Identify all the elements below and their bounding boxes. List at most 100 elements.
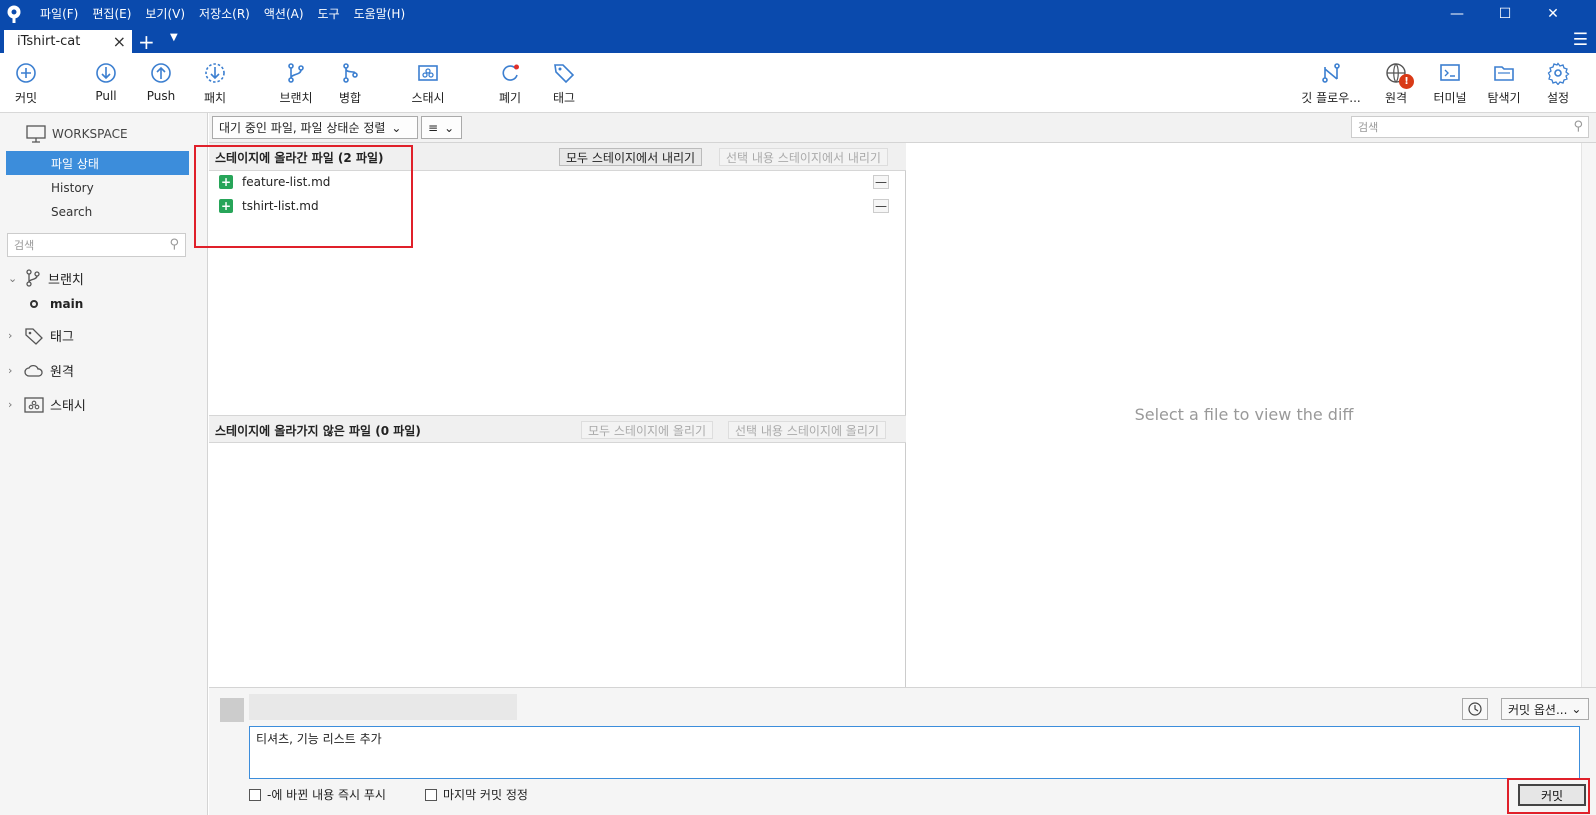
remote-warning-badge: ! <box>1399 74 1414 89</box>
close-icon[interactable]: ✕ <box>1530 0 1576 27</box>
terminal-label: 터미널 <box>1433 91 1467 105</box>
stash-button[interactable]: 스태시 <box>396 61 460 106</box>
merge-label: 병합 <box>338 91 362 105</box>
unstage-all-button[interactable]: 모두 스테이지에서 내리기 <box>559 148 703 166</box>
push-icon <box>151 63 171 83</box>
push-label: Push <box>146 89 176 103</box>
settings-button[interactable]: 설정 <box>1526 61 1590 106</box>
tab-itshirt-cat[interactable]: iTshirt-cat × <box>4 30 132 53</box>
branches-label: 브랜치 <box>48 272 84 288</box>
tag-button[interactable]: 태그 <box>532 61 596 106</box>
current-branch-dot-icon <box>30 300 38 308</box>
explorer-label: 탐색기 <box>1487 91 1521 105</box>
title-bar: 파일(F) 편집(E) 보기(V) 저장소(R) 액션(A) 도구 도움말(H)… <box>0 0 1596 27</box>
commit-icon <box>16 63 36 83</box>
sidebar-item-history[interactable]: History <box>6 176 189 200</box>
branch-label: 브랜치 <box>279 91 313 105</box>
menu-help[interactable]: 도움말(H) <box>354 5 406 22</box>
tag-icon <box>554 64 575 84</box>
menu-edit[interactable]: 편집(E) <box>92 5 131 22</box>
pull-icon <box>96 63 116 83</box>
sourcetree-logo-icon <box>7 5 21 23</box>
author-field[interactable] <box>249 694 517 720</box>
file-search-placeholder: 검색 <box>1358 121 1379 134</box>
diff-scrollbar[interactable] <box>1581 143 1596 687</box>
view-mode-select[interactable]: ≡ ⌄ <box>421 116 462 139</box>
sidebar-item-search[interactable]: Search <box>6 200 189 224</box>
chevron-right-icon[interactable]: › <box>8 364 18 377</box>
add-tab-icon[interactable]: + <box>138 30 155 54</box>
sort-select[interactable]: 대기 중인 파일, 파일 상태순 정렬 ⌄ <box>212 116 418 139</box>
tab-close-icon[interactable]: × <box>113 32 126 51</box>
commit-area: 커밋 옵션... ⌄ 티셔츠, 기능 리스트 추가 -에 바뀐 내용 즉시 푸시… <box>209 687 1596 815</box>
tags-group[interactable]: › 태그 <box>8 326 74 345</box>
stage-selected-button[interactable]: 선택 내용 스테이지에 올리기 <box>728 421 886 439</box>
history-button[interactable] <box>1462 698 1488 720</box>
discard-icon <box>502 64 519 81</box>
stash-icon <box>24 396 44 413</box>
menu-actions[interactable]: 액션(A) <box>264 5 304 22</box>
discard-label: 폐기 <box>498 91 522 105</box>
checkbox-icon <box>425 788 437 801</box>
menu-tools[interactable]: 도구 <box>318 5 340 22</box>
branch-icon <box>288 63 304 83</box>
diff-placeholder: Select a file to view the diff <box>1134 405 1354 424</box>
diff-panel: Select a file to view the diff <box>907 143 1596 687</box>
stashes-group[interactable]: › 스태시 <box>8 395 86 414</box>
file-search-input[interactable]: 검색 ⚲ <box>1351 116 1589 138</box>
chevron-right-icon[interactable]: › <box>8 398 18 411</box>
push-immediately-checkbox[interactable]: -에 바뀐 내용 즉시 푸시 <box>249 786 386 803</box>
chevron-down-icon: ⌄ <box>391 120 402 135</box>
tag-icon <box>25 327 43 345</box>
tag-label: 태그 <box>552 91 576 105</box>
menu-file[interactable]: 파일(F) <box>40 5 78 22</box>
git-flow-button[interactable]: 깃 플로우... <box>1299 61 1363 106</box>
amend-checkbox[interactable]: 마지막 커밋 정정 <box>425 786 528 803</box>
checkbox-icon <box>249 788 261 801</box>
patch-label: 패치 <box>203 91 227 105</box>
chevron-right-icon[interactable]: › <box>8 329 18 342</box>
menu-bar: 파일(F) 편집(E) 보기(V) 저장소(R) 액션(A) 도구 도움말(H) <box>40 0 405 27</box>
settings-label: 설정 <box>1546 91 1570 105</box>
branches-group[interactable]: ⌄ 브랜치 <box>8 268 84 288</box>
highlight-box <box>194 145 413 248</box>
chevron-down-icon[interactable]: ⌄ <box>8 272 18 285</box>
minimize-icon[interactable]: — <box>1434 0 1480 27</box>
patch-button[interactable]: 패치 <box>183 61 247 106</box>
commit-options-select[interactable]: 커밋 옵션... ⌄ <box>1501 698 1589 720</box>
avatar <box>220 698 244 722</box>
commit-toolbar-button[interactable]: 커밋 <box>0 61 58 106</box>
commit-toolbar-label: 커밋 <box>14 91 38 105</box>
remote-label: 원격 <box>1384 91 1408 105</box>
unstage-file-button[interactable]: — <box>873 199 889 213</box>
tab-dropdown-icon[interactable]: ▼ <box>170 32 178 43</box>
folder-icon <box>1494 66 1514 81</box>
hamburger-menu-icon[interactable]: ☰ <box>1573 30 1588 50</box>
menu-view[interactable]: 보기(V) <box>145 5 185 22</box>
commit-options-label: 커밋 옵션... <box>1508 702 1568 717</box>
git-flow-label: 깃 플로우... <box>1301 91 1361 105</box>
merge-button[interactable]: 병합 <box>318 61 382 106</box>
maximize-icon[interactable]: ☐ <box>1482 0 1528 27</box>
terminal-icon <box>1440 64 1460 81</box>
search-icon: ⚲ <box>169 237 179 252</box>
sidebar-item-file-status[interactable]: 파일 상태 <box>6 151 189 175</box>
branch-main-label: main <box>50 297 84 311</box>
patch-icon <box>205 63 225 83</box>
remotes-group[interactable]: › 원격 <box>8 361 74 380</box>
branch-main-item[interactable]: main <box>30 297 83 311</box>
unstage-file-button[interactable]: — <box>873 175 889 189</box>
search-icon: ⚲ <box>1573 119 1583 134</box>
chevron-down-icon: ⌄ <box>1571 702 1582 716</box>
unstage-selected-button[interactable]: 선택 내용 스테이지에서 내리기 <box>719 148 888 166</box>
stash-icon <box>418 65 438 81</box>
filter-bar: 대기 중인 파일, 파일 상태순 정렬 ⌄ ≡ ⌄ 검색 ⚲ <box>209 113 1596 143</box>
push-immediately-label: -에 바뀐 내용 즉시 푸시 <box>267 788 386 802</box>
sidebar-search-input[interactable]: 검색 ⚲ <box>7 233 186 257</box>
menu-repository[interactable]: 저장소(R) <box>199 5 250 22</box>
highlight-box <box>1507 778 1590 814</box>
commit-message-input[interactable]: 티셔츠, 기능 리스트 추가 <box>249 726 1580 779</box>
stage-all-button[interactable]: 모두 스테이지에 올리기 <box>581 421 714 439</box>
stash-label: 스태시 <box>411 91 445 105</box>
clock-icon <box>1468 702 1482 716</box>
